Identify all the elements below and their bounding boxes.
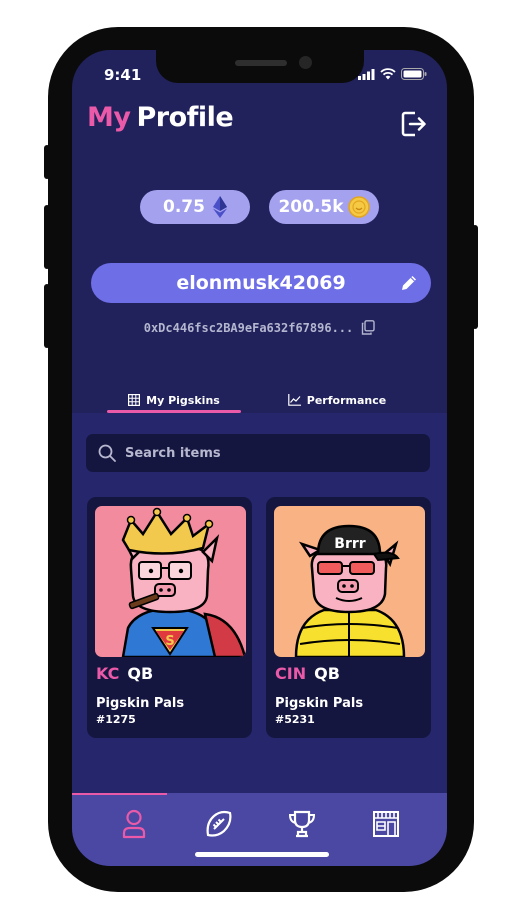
status-time: 9:41 bbox=[104, 66, 142, 84]
bottom-nav bbox=[72, 793, 447, 866]
chart-line-icon bbox=[287, 394, 301, 406]
wallet-address: 0xDc446fsc2BA9eFa632f67896... bbox=[143, 320, 354, 335]
notch bbox=[156, 50, 364, 83]
profile-tabs: My Pigskins Performance bbox=[72, 388, 447, 412]
mute-switch bbox=[44, 145, 50, 179]
pig-king-artwork: S bbox=[95, 506, 246, 657]
logout-icon[interactable] bbox=[401, 110, 427, 138]
football-icon bbox=[206, 810, 232, 837]
wallet-address-row: 0xDc446fsc2BA9eFa632f67896... bbox=[72, 320, 447, 335]
search-bar[interactable]: Search items bbox=[86, 434, 430, 472]
signal-icon bbox=[358, 68, 375, 80]
card-collection: Pigskin Pals bbox=[275, 696, 364, 711]
ethereum-icon bbox=[212, 196, 227, 218]
store-icon bbox=[373, 811, 399, 837]
volume-up-button bbox=[44, 205, 50, 269]
home-indicator bbox=[195, 852, 329, 857]
app-screen: 9:41 My Profile 0.75 200.5k elonmusk4206… bbox=[72, 50, 447, 866]
eth-balance-value: 0.75 bbox=[163, 197, 205, 217]
coin-icon bbox=[347, 196, 370, 218]
tab-performance[interactable]: Performance bbox=[272, 388, 402, 412]
coin-balance-pill: 200.5k bbox=[269, 190, 379, 224]
coin-balance-value: 200.5k bbox=[278, 197, 344, 217]
nft-card[interactable]: Brrr CIN QB Pigskin Pals #5231 bbox=[266, 497, 431, 738]
search-input[interactable]: Search items bbox=[125, 446, 221, 461]
nav-games[interactable] bbox=[202, 807, 236, 841]
nav-marketplace[interactable] bbox=[369, 807, 403, 841]
trophy-icon bbox=[288, 810, 316, 838]
camera bbox=[299, 56, 312, 69]
wifi-icon bbox=[380, 68, 396, 80]
username: elonmusk42069 bbox=[176, 272, 346, 294]
active-nav-indicator bbox=[72, 793, 167, 795]
username-bar[interactable]: elonmusk42069 bbox=[91, 263, 431, 303]
eth-balance-pill: 0.75 bbox=[140, 190, 250, 224]
nft-card[interactable]: S KC QB Pigskin Pals #1275 bbox=[87, 497, 252, 738]
title-accent: My bbox=[87, 102, 131, 133]
tab-performance-label: Performance bbox=[306, 393, 387, 407]
card-team: CIN bbox=[275, 664, 307, 683]
card-team: KC bbox=[96, 664, 120, 683]
copy-icon[interactable] bbox=[361, 320, 375, 335]
card-token-number: #1275 bbox=[96, 713, 136, 726]
edit-pencil-icon[interactable] bbox=[399, 273, 419, 293]
tab-my-pigskins[interactable]: My Pigskins bbox=[107, 388, 241, 412]
power-button bbox=[472, 225, 478, 329]
page-title: My Profile bbox=[87, 102, 234, 133]
card-collection: Pigskin Pals bbox=[96, 696, 185, 711]
card-token-number: #5231 bbox=[275, 713, 315, 726]
card-team-position: CIN QB bbox=[275, 664, 340, 683]
volume-down-button bbox=[44, 284, 50, 348]
profile-icon bbox=[122, 809, 146, 839]
svg-text:S: S bbox=[165, 634, 174, 649]
nav-leaderboard[interactable] bbox=[285, 807, 319, 841]
card-team-position: KC QB bbox=[96, 664, 153, 683]
cap-text: Brrr bbox=[334, 536, 365, 552]
pig-cap-artwork: Brrr bbox=[274, 506, 425, 657]
pigskins-panel: Search items S KC QB Pigskin Pals #1275 … bbox=[72, 413, 447, 793]
tab-my-pigskins-label: My Pigskins bbox=[146, 393, 220, 407]
battery-icon bbox=[401, 68, 427, 80]
grid-icon bbox=[128, 394, 141, 406]
nav-profile[interactable] bbox=[117, 807, 151, 841]
card-position: QB bbox=[127, 664, 154, 683]
speaker bbox=[235, 60, 287, 66]
card-position: QB bbox=[314, 664, 340, 683]
search-icon bbox=[98, 444, 116, 462]
title-text: Profile bbox=[136, 102, 234, 133]
status-icons bbox=[358, 68, 427, 80]
